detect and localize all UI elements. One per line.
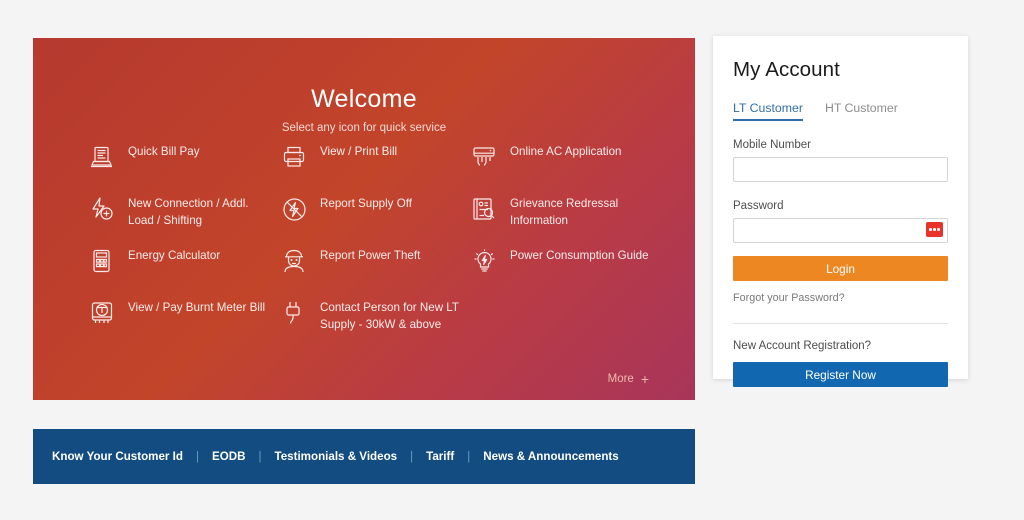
service-energy-calculator[interactable]: Energy Calculator: [87, 242, 279, 290]
service-grid: Quick Bill Pay View / Print Bill Online …: [87, 138, 687, 346]
page-title: Welcome: [311, 85, 417, 113]
service-power-consumption-guide[interactable]: Power Consumption Guide: [469, 242, 659, 290]
nav-link-news-announcements[interactable]: News & Announcements: [483, 450, 619, 463]
service-label: Energy Calculator: [128, 249, 221, 262]
welcome-hero-panel: Welcome Select any icon for quick servic…: [33, 38, 695, 400]
mobile-number-input[interactable]: [733, 157, 948, 182]
nav-link-tariff[interactable]: Tariff: [426, 450, 454, 463]
bolt-crossed-icon: [279, 194, 309, 224]
virtual-keyboard-icon[interactable]: [926, 222, 943, 237]
tab-ht-customer[interactable]: HT Customer: [825, 101, 898, 121]
service-label: Grievance Redressal Information: [510, 197, 619, 227]
service-new-connection[interactable]: New Connection / Addl. Load / Shifting: [87, 190, 279, 238]
plus-icon: +: [640, 371, 649, 387]
plug-icon: [279, 298, 309, 328]
service-label: View / Pay Burnt Meter Bill: [128, 301, 266, 314]
nav-separator: |: [195, 450, 199, 463]
page-subtitle: Select any icon for quick service: [281, 122, 447, 134]
air-conditioner-icon: [469, 142, 499, 172]
more-label: More: [607, 373, 634, 385]
section-divider: [733, 323, 948, 324]
more-services-link[interactable]: More +: [608, 372, 649, 386]
service-quick-bill-pay[interactable]: Quick Bill Pay: [87, 138, 279, 186]
bolt-plus-icon: [87, 194, 117, 224]
service-contact-lt-supply[interactable]: Contact Person for New LT Supply - 30kW …: [279, 294, 469, 346]
nav-separator: |: [467, 450, 471, 463]
nav-link-know-your-customer-id[interactable]: Know Your Customer Id: [52, 450, 183, 463]
service-label: New Connection / Addl. Load / Shifting: [128, 197, 249, 227]
electric-meter-icon: [87, 298, 117, 328]
service-label: View / Print Bill: [320, 145, 398, 158]
forgot-password-link[interactable]: Forgot your Password?: [733, 292, 948, 304]
mobile-number-label: Mobile Number: [733, 139, 811, 151]
login-button[interactable]: Login: [733, 256, 948, 281]
service-view-print-bill[interactable]: View / Print Bill: [279, 138, 469, 186]
my-account-card: My Account LT Customer HT Customer Mobil…: [713, 36, 968, 387]
service-report-supply-off[interactable]: Report Supply Off: [279, 190, 469, 238]
service-label: Online AC Application: [510, 145, 622, 158]
customer-type-tabs: LT Customer HT Customer: [733, 101, 948, 121]
service-online-ac-application[interactable]: Online AC Application: [469, 138, 659, 186]
service-burnt-meter-bill[interactable]: View / Pay Burnt Meter Bill: [87, 294, 279, 346]
account-title: My Account: [733, 58, 840, 81]
password-field-wrap: [733, 218, 948, 243]
service-label: Contact Person for New LT Supply - 30kW …: [320, 301, 459, 331]
bill-laptop-icon: [87, 142, 117, 172]
bulb-bolt-icon: [469, 246, 499, 276]
service-label: Report Power Theft: [320, 249, 421, 262]
nav-separator: |: [258, 450, 262, 463]
printer-icon: [279, 142, 309, 172]
service-label: Power Consumption Guide: [510, 249, 649, 262]
service-label: Quick Bill Pay: [128, 145, 200, 158]
nav-link-testimonials-videos[interactable]: Testimonials & Videos: [274, 450, 397, 463]
nav-separator: |: [410, 450, 414, 463]
service-grievance-redressal[interactable]: Grievance Redressal Information: [469, 190, 659, 238]
bottom-nav-bar: Know Your Customer Id | EODB | Testimoni…: [33, 429, 695, 484]
calculator-icon: [87, 246, 117, 276]
document-search-icon: [469, 194, 499, 224]
worker-helmet-icon: [279, 246, 309, 276]
password-label: Password: [733, 200, 784, 212]
service-label: Report Supply Off: [320, 197, 412, 210]
registration-prompt: New Account Registration?: [733, 340, 872, 352]
service-report-power-theft[interactable]: Report Power Theft: [279, 242, 469, 290]
mobile-number-field-wrap: [733, 157, 948, 182]
nav-link-eodb[interactable]: EODB: [212, 450, 246, 463]
register-now-button[interactable]: Register Now: [733, 362, 948, 387]
password-input[interactable]: [733, 218, 948, 243]
tab-lt-customer[interactable]: LT Customer: [733, 101, 803, 121]
